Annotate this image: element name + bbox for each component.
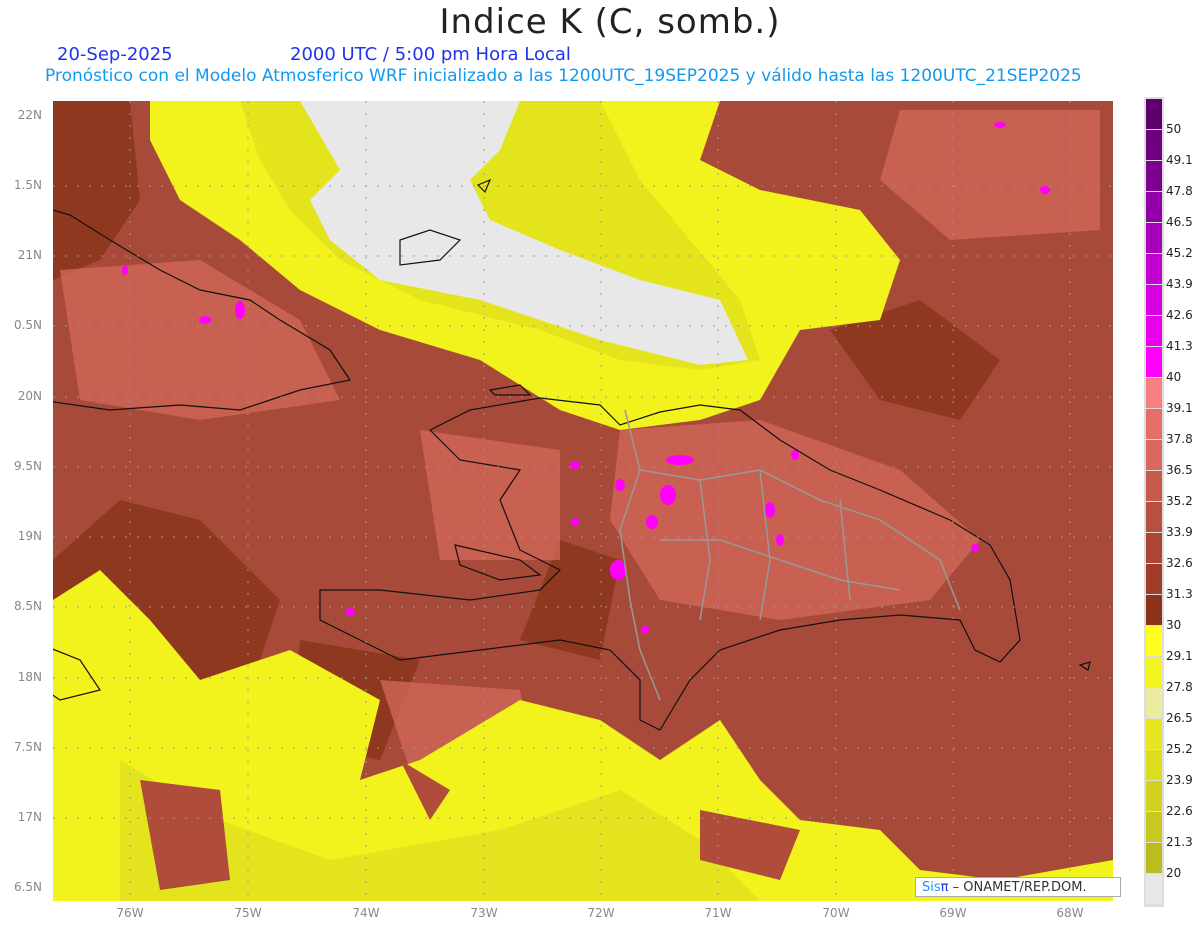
colorbar-segment bbox=[1146, 781, 1162, 811]
colorbar-segment bbox=[1146, 99, 1162, 129]
lat-label: 20N bbox=[17, 389, 42, 403]
colorbar-label: 50 bbox=[1166, 122, 1182, 136]
colorbar-segment bbox=[1146, 874, 1162, 904]
lon-label: 72W bbox=[587, 906, 615, 920]
colorbar-segment bbox=[1146, 533, 1162, 563]
colorbar-label: 23.9 bbox=[1166, 773, 1193, 787]
colorbar-label: 43.9 bbox=[1166, 277, 1193, 291]
colorbar-segment bbox=[1146, 502, 1162, 532]
colorbar-label: 31.3 bbox=[1166, 587, 1193, 601]
k-index-map bbox=[53, 97, 1164, 907]
lat-label: 7.5N bbox=[13, 740, 42, 754]
colorbar-label: 36.5 bbox=[1166, 463, 1193, 477]
lat-label: 9.5N bbox=[13, 459, 42, 473]
lat-label: 17N bbox=[17, 810, 42, 824]
colorbar-segment bbox=[1146, 440, 1162, 470]
colorbar-label: 25.2 bbox=[1166, 742, 1193, 756]
lat-label: 1.5N bbox=[13, 178, 42, 192]
lon-label: 74W bbox=[352, 906, 380, 920]
lat-label: 8.5N bbox=[13, 599, 42, 613]
colorbar-label: 37.8 bbox=[1166, 432, 1193, 446]
lon-label: 70W bbox=[822, 906, 850, 920]
colorbar-segment bbox=[1146, 409, 1162, 439]
colorbar-label: 26.5 bbox=[1166, 711, 1193, 725]
colorbar-segment bbox=[1146, 750, 1162, 780]
colorbar-segment bbox=[1146, 378, 1162, 408]
lon-label: 68W bbox=[1056, 906, 1084, 920]
colorbar-label: 27.8 bbox=[1166, 680, 1193, 694]
lon-label: 76W bbox=[116, 906, 144, 920]
colorbar-label: 47.8 bbox=[1166, 184, 1193, 198]
colorbar-segment bbox=[1146, 843, 1162, 873]
colorbar-segment bbox=[1146, 254, 1162, 284]
colorbar-label: 30 bbox=[1166, 618, 1182, 632]
colorbar-label: 29.1 bbox=[1166, 649, 1193, 663]
credit-text: – ONAMET/REP.DOM. bbox=[948, 880, 1087, 895]
colorbar-label: 39.1 bbox=[1166, 401, 1193, 415]
lat-label: 21N bbox=[17, 248, 42, 262]
colorbar-segment bbox=[1146, 719, 1162, 749]
lat-label: 6.5N bbox=[13, 880, 42, 894]
colorbar-label: 35.2 bbox=[1166, 494, 1193, 508]
colorbar-label: 33.9 bbox=[1166, 525, 1193, 539]
lon-label: 73W bbox=[470, 906, 498, 920]
colorbar-segment bbox=[1146, 130, 1162, 160]
colorbar-label: 40 bbox=[1166, 370, 1182, 384]
sis-logo: Sis bbox=[922, 880, 941, 895]
colorbar-label: 41.3 bbox=[1166, 339, 1193, 353]
colorbar-label: 49.1 bbox=[1166, 153, 1193, 167]
colorbar-segment bbox=[1146, 657, 1162, 687]
colorbar-label: 22.6 bbox=[1166, 804, 1193, 818]
colorbar-segment bbox=[1146, 161, 1162, 191]
lat-label: 0.5N bbox=[13, 318, 42, 332]
colorbar-label: 46.5 bbox=[1166, 215, 1193, 229]
colorbar-segment bbox=[1146, 285, 1162, 315]
colorbar-segment bbox=[1146, 192, 1162, 222]
lat-label: 19N bbox=[17, 529, 42, 543]
colorbar-segment bbox=[1146, 316, 1162, 346]
colorbar-segment bbox=[1146, 564, 1162, 594]
lat-label: 18N bbox=[17, 670, 42, 684]
lon-label: 71W bbox=[704, 906, 732, 920]
colorbar-segment bbox=[1146, 223, 1162, 253]
lon-label: 69W bbox=[939, 906, 967, 920]
colorbar-segment bbox=[1146, 471, 1162, 501]
lat-label: 22N bbox=[17, 108, 42, 122]
lon-label: 75W bbox=[234, 906, 262, 920]
colorbar-segment bbox=[1146, 347, 1162, 377]
credit-box: Sisπ – ONAMET/REP.DOM. bbox=[915, 877, 1121, 897]
colorbar bbox=[1144, 97, 1164, 907]
colorbar-label: 20 bbox=[1166, 866, 1182, 880]
colorbar-label: 32.6 bbox=[1166, 556, 1193, 570]
colorbar-segment bbox=[1146, 688, 1162, 718]
colorbar-label: 42.6 bbox=[1166, 308, 1193, 322]
colorbar-segment bbox=[1146, 812, 1162, 842]
colorbar-label: 45.2 bbox=[1166, 246, 1193, 260]
colorbar-segment bbox=[1146, 595, 1162, 625]
colorbar-label: 21.3 bbox=[1166, 835, 1193, 849]
colorbar-segment bbox=[1146, 626, 1162, 656]
